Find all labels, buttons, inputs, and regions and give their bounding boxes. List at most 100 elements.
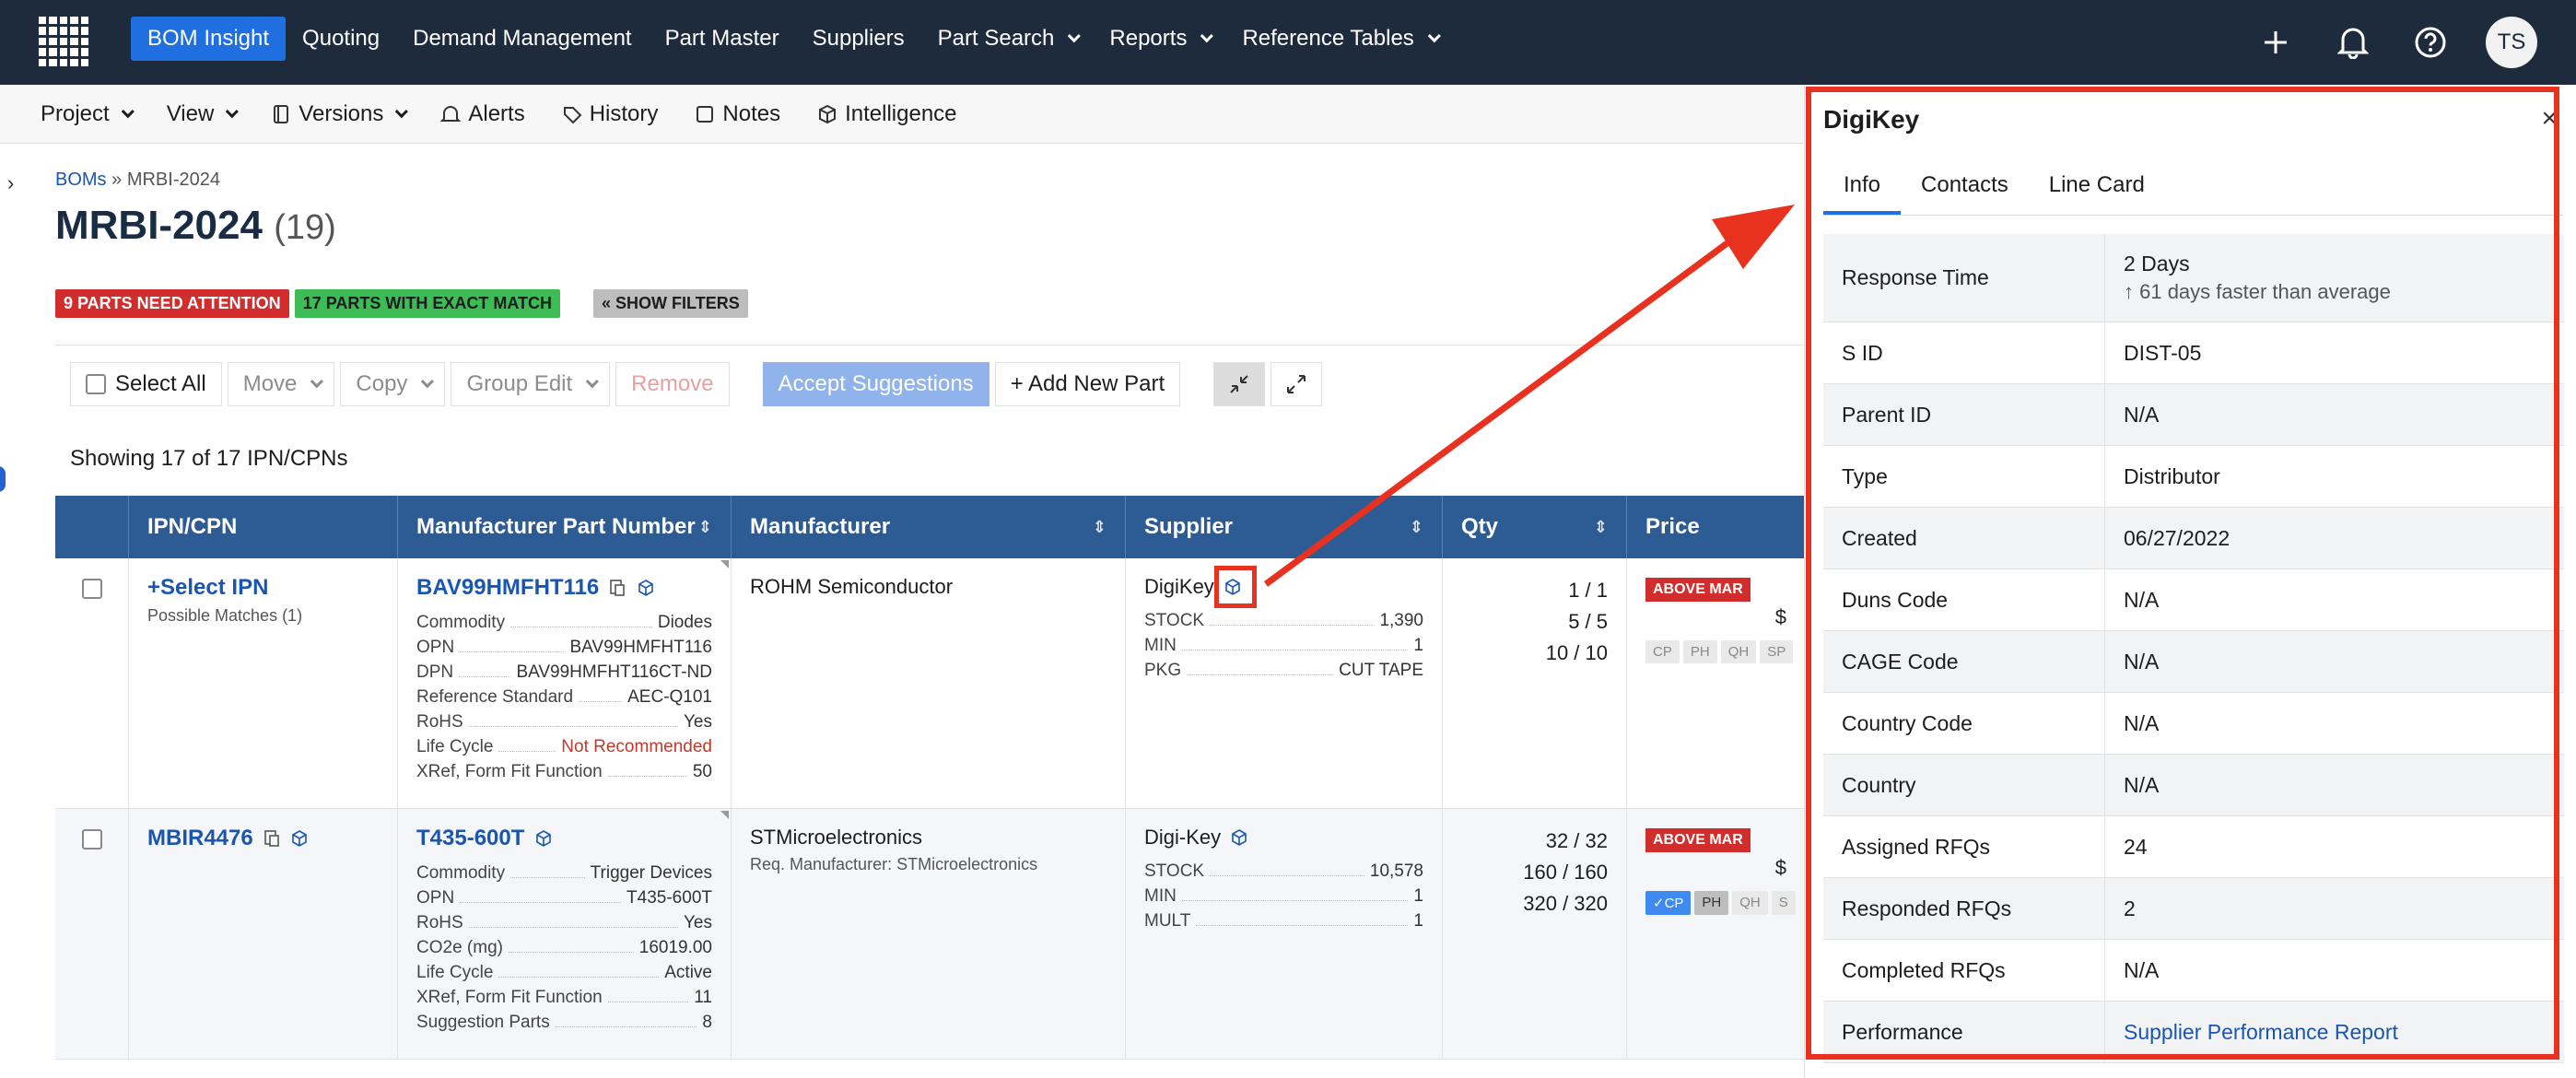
header-price[interactable]: Price	[1627, 496, 1806, 558]
tag-cp[interactable]: CP	[1645, 640, 1680, 663]
nav-reference-tables[interactable]: Reference Tables	[1225, 17, 1452, 61]
cube-icon[interactable]	[290, 829, 309, 848]
bell-icon	[440, 105, 462, 122]
ipn-link[interactable]: MBIR4476	[147, 826, 253, 850]
select-all-button[interactable]: Select All	[70, 362, 222, 406]
app-grid-logo-icon[interactable]	[39, 17, 88, 66]
table-header: IPN/CPN Manufacturer Part Number ⇕ Manufa…	[55, 496, 1806, 558]
expand-icon[interactable]	[1270, 362, 1323, 406]
tab-info[interactable]: Info	[1823, 157, 1902, 215]
tag-qh[interactable]: QH	[1732, 891, 1768, 915]
tag-ph[interactable]: PH	[1694, 891, 1729, 915]
chevron-down-icon	[395, 104, 409, 118]
cube-icon[interactable]	[637, 579, 655, 597]
nav-actions: TS	[2254, 17, 2537, 68]
user-avatar[interactable]: TS	[2486, 17, 2537, 68]
alerts-button[interactable]: Alerts	[440, 101, 525, 127]
nav-bom-insight[interactable]: BOM Insight	[131, 17, 287, 61]
attention-badge[interactable]: 9 PARTS NEED ATTENTION	[55, 289, 289, 318]
select-ipn-link[interactable]: +Select IPN	[147, 575, 379, 601]
history-icon	[563, 106, 582, 123]
header-supplier[interactable]: Supplier ⇕	[1126, 496, 1443, 558]
detail-row: CO2e (mg) 16019.00	[416, 935, 712, 960]
tag-ph[interactable]: PH	[1682, 640, 1717, 663]
breadcrumb-boms-link[interactable]: BOMs	[55, 170, 107, 190]
nav-suppliers[interactable]: Suppliers	[796, 17, 921, 61]
header-manufacturer[interactable]: Manufacturer ⇕	[732, 496, 1126, 558]
side-handle[interactable]	[0, 466, 6, 492]
select-all-checkbox[interactable]	[86, 374, 106, 394]
collapse-icon[interactable]	[1213, 362, 1266, 406]
chevron-down-icon	[1200, 29, 1214, 43]
sidebar-expand-icon[interactable]: ›	[7, 171, 14, 195]
exact-match-badge[interactable]: 17 PARTS WITH EXACT MATCH	[294, 289, 561, 318]
mpn-link[interactable]: T435-600T	[416, 826, 524, 850]
supplier-detail-row: STOCK 10,578	[1144, 859, 1423, 884]
sort-icon[interactable]: ⇕	[1410, 518, 1423, 537]
mpn-link[interactable]: BAV99HMFHT116	[416, 575, 599, 600]
accept-suggestions-button[interactable]: Accept Suggestions	[762, 362, 989, 406]
action-toolbar: Select All Move Copy Group Edit Remove A…	[55, 345, 1806, 428]
detail-row: RoHS Yes	[416, 910, 712, 935]
notes-button[interactable]: Notes	[695, 101, 780, 127]
view-menu[interactable]: View	[167, 101, 240, 127]
tag-s[interactable]: S	[1771, 891, 1796, 915]
copy-doc-icon[interactable]	[608, 579, 626, 597]
history-button[interactable]: History	[562, 101, 658, 127]
close-icon[interactable]: ×	[2541, 103, 2558, 135]
sort-icon[interactable]: ⇕	[698, 518, 712, 537]
versions-menu[interactable]: Versions	[271, 101, 409, 127]
remove-button[interactable]: Remove	[615, 362, 730, 406]
cube-icon[interactable]	[534, 829, 553, 848]
qty-cell: 1 / 1 5 / 5 10 / 10	[1443, 558, 1627, 808]
tab-contacts[interactable]: Contacts	[1901, 157, 2029, 215]
table-row: MBIR4476 T435-600T Commodity Trigger Devi…	[55, 809, 1806, 1060]
breadcrumb: BOMs » MRBI-2024	[55, 170, 220, 190]
cube-icon[interactable]	[1230, 828, 1248, 847]
group-edit-button[interactable]: Group Edit	[451, 362, 611, 406]
project-menu[interactable]: Project	[41, 101, 135, 127]
bell-icon[interactable]	[2331, 20, 2375, 64]
copy-button[interactable]: Copy	[340, 362, 446, 406]
tab-line-card[interactable]: Line Card	[2029, 157, 2165, 215]
manufacturer-name: ROHM Semiconductor	[750, 575, 954, 598]
intelligence-button[interactable]: Intelligence	[817, 101, 957, 127]
chevron-down-icon	[1427, 29, 1441, 43]
faster-than-average: ↑ 61 days faster than average	[2124, 280, 2391, 303]
supplier-detail-row: STOCK 1,390	[1144, 608, 1423, 633]
help-icon[interactable]	[2408, 20, 2453, 64]
detail-row: OPN BAV99HMFHT116	[416, 635, 712, 660]
part-count: (19)	[274, 208, 336, 247]
nav-reports[interactable]: Reports	[1093, 17, 1225, 61]
header-qty[interactable]: Qty ⇕	[1443, 496, 1627, 558]
sort-icon[interactable]: ⇕	[1594, 518, 1608, 537]
supplier-performance-link[interactable]: Supplier Performance Report	[2124, 1020, 2398, 1044]
show-filters-button[interactable]: « SHOW FILTERS	[593, 289, 748, 318]
row-checkbox[interactable]	[81, 579, 102, 599]
copy-doc-icon[interactable]	[263, 829, 281, 848]
header-mpn[interactable]: Manufacturer Part Number ⇕	[398, 496, 732, 558]
tag-cp[interactable]: ✓CP	[1645, 891, 1692, 915]
nav-part-master[interactable]: Part Master	[649, 17, 796, 61]
sort-icon[interactable]: ⇕	[1093, 518, 1107, 537]
info-row-assigned-rfqs: Assigned RFQs 24	[1823, 816, 2564, 878]
move-button[interactable]: Move	[227, 362, 335, 406]
tag-qh[interactable]: QH	[1720, 640, 1757, 663]
possible-matches[interactable]: Possible Matches (1)	[147, 606, 379, 626]
plus-icon[interactable]	[2254, 20, 2298, 64]
row-checkbox[interactable]	[81, 829, 102, 850]
info-row-response-time: Response Time 2 Days ↑ 61 days faster th…	[1823, 234, 2564, 322]
nav-part-search[interactable]: Part Search	[921, 17, 1094, 61]
header-ipn[interactable]: IPN/CPN	[129, 496, 398, 558]
detail-row: XRef, Form Fit Function 50	[416, 759, 712, 784]
tag-sp[interactable]: SP	[1760, 640, 1794, 663]
add-new-part-button[interactable]: + Add New Part	[994, 362, 1181, 406]
info-row-sid: S ID DIST-05	[1823, 322, 2564, 384]
nav-demand-management[interactable]: Demand Management	[396, 17, 648, 61]
price-cell: ABOVE MAR $ CP PH QH SP	[1627, 558, 1806, 808]
nav-quoting[interactable]: Quoting	[286, 17, 396, 61]
supplier-name[interactable]: DigiKey	[1144, 575, 1214, 598]
supplier-name[interactable]: Digi-Key	[1144, 826, 1221, 849]
drawer-title: DigiKey	[1823, 105, 1920, 134]
highlight-box	[1214, 566, 1257, 608]
